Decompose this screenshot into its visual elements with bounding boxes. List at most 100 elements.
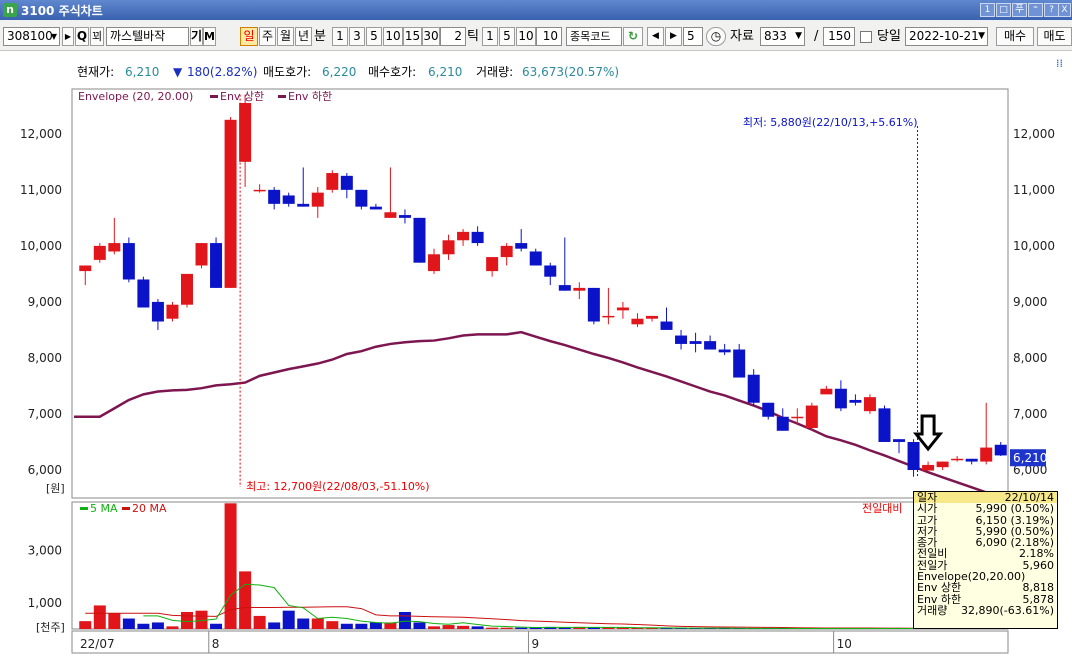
stock-name-field[interactable]: 까스텔바작 [106, 27, 189, 46]
candle-body [355, 189, 368, 207]
window-help-button[interactable]: ? [1044, 3, 1059, 17]
minute-option-5[interactable]: 5 [366, 27, 382, 46]
price-tick-left: 7,000 [28, 407, 62, 421]
count-value: 833 [764, 29, 787, 43]
candle-body [398, 215, 411, 218]
minute-option-15[interactable]: 15 [403, 27, 422, 46]
candle-body [718, 349, 731, 353]
candle-body [893, 439, 906, 442]
candle-body [558, 285, 571, 291]
chevron-down-icon: ▼ [50, 32, 57, 41]
buy-button[interactable]: 매수 [996, 27, 1034, 46]
candle-body [951, 458, 964, 461]
refresh-button[interactable]: ↻ [623, 27, 643, 46]
candle-body [675, 335, 688, 344]
volume-tick: 3,000 [28, 543, 62, 557]
window-box-button[interactable]: □ [996, 3, 1011, 17]
step-input[interactable]: 5 [683, 27, 703, 46]
window-pin-button[interactable]: 푸 [1012, 3, 1027, 17]
tab-week[interactable]: 주 [259, 27, 276, 46]
tick-option-5[interactable]: 5 [499, 27, 515, 46]
clock-button[interactable]: ◷ [706, 27, 726, 46]
candle-body [195, 243, 208, 266]
price-tick-left: 9,000 [28, 295, 62, 309]
minute-option-30[interactable]: 30 [422, 27, 440, 46]
time-axis-label: 8 [212, 637, 220, 651]
chevron-down-icon: ▼ [978, 31, 985, 41]
tick-value-input[interactable]: 2 [440, 27, 466, 46]
ma20-legend: 20 MA [132, 502, 167, 515]
stock-code-combo[interactable]: 종목코드 [566, 27, 622, 46]
volume-bar [311, 618, 324, 629]
minute-option-10[interactable]: 10 [383, 27, 403, 46]
volume-bar [340, 623, 353, 629]
search-button[interactable]: Q [75, 27, 89, 46]
tab-year[interactable]: 년 [295, 27, 312, 46]
stock-chart[interactable]: 12,000 12,000 11,000 11,000 10,000 10,000 9,00… [0, 51, 1072, 657]
volume-bar [108, 613, 121, 629]
candle-body [340, 175, 353, 190]
candle-body [994, 444, 1007, 456]
candle-body [253, 189, 266, 192]
candle-body [573, 287, 586, 291]
tooltip-value: 5,990 (0.50%) [975, 502, 1054, 516]
minute-option-3[interactable]: 3 [349, 27, 365, 46]
tab-month[interactable]: 월 [277, 27, 294, 46]
candle-body [137, 279, 150, 308]
tick-option-10[interactable]: 10 [516, 27, 536, 46]
candle-body [413, 217, 426, 263]
volume-unit-label: [천주] [36, 620, 65, 634]
tick-input[interactable]: 10 [536, 27, 562, 46]
volume-bar [151, 622, 164, 629]
slash-separator: / [814, 29, 819, 44]
search-icon: Q [76, 29, 88, 43]
candle-body [616, 307, 629, 311]
chart-area: 현재가: 6,210 ▼ 180(2.82%) 매도호가: 6,220 매수호가… [0, 51, 1072, 657]
price-tick-right: 11,000 [1013, 183, 1055, 197]
info-button-ki[interactable]: 기 [190, 27, 203, 46]
candle-body [980, 447, 993, 462]
minute-option-1[interactable]: 1 [332, 27, 348, 46]
candle-body [965, 458, 978, 462]
chevron-down-icon: ▼ [795, 31, 802, 41]
info-button-m[interactable]: M [203, 27, 216, 46]
candle-body [878, 408, 891, 442]
total-input[interactable]: 150 [823, 27, 855, 46]
candle-body [515, 243, 528, 249]
tooltip-key: 시가 [917, 502, 938, 516]
volume-bar [239, 571, 252, 629]
high-annotation: 최고: 12,700원(22/08/03,-51.10%) [246, 480, 429, 493]
candle-body [660, 321, 673, 330]
prev-button[interactable]: ◀ [647, 27, 664, 46]
date-select[interactable]: 2022-10-21 ▼ [905, 27, 988, 46]
volume-bar [471, 626, 484, 629]
price-tick-left: 6,000 [28, 463, 62, 477]
volume-bar [428, 626, 441, 629]
today-checkbox[interactable] [860, 31, 872, 43]
cart-button[interactable]: 꾀 [90, 27, 104, 46]
count-select[interactable]: 833 ▼ [760, 27, 805, 46]
candle-body [791, 416, 804, 419]
window-menu-button[interactable]: ⁼ [1028, 3, 1043, 17]
ma5-swatch [80, 507, 88, 510]
next-arrow-button[interactable]: ▶ [62, 27, 74, 46]
candle-body [369, 206, 382, 210]
window-num-button[interactable]: 1 [980, 3, 995, 17]
env-upper-legend: Env 상한 [220, 90, 264, 103]
candle-body [268, 189, 281, 204]
tab-day[interactable]: 일 [240, 27, 258, 46]
data-label: 자료 [730, 29, 754, 44]
candle-body [907, 441, 920, 470]
sell-button[interactable]: 매도 [1037, 27, 1072, 46]
data-tooltip: 일자 22/10/14 시가 5,990 (0.50%) 고가 6,150 (3.19%)… [913, 491, 1058, 629]
candle-body [122, 243, 135, 280]
tooltip-row: 거래량 32,890(-63.61%) [914, 603, 1057, 617]
tooltip-value: 32,890(-63.61%) [961, 603, 1054, 617]
candle-body [224, 119, 237, 288]
next-button[interactable]: ▶ [665, 27, 682, 46]
window-close-button[interactable]: X [1058, 3, 1071, 17]
stock-code-input[interactable]: 308100 ▼ [3, 27, 60, 46]
price-tick-right: 8,000 [1013, 351, 1047, 365]
candle-body [631, 318, 644, 325]
tick-option-1[interactable]: 1 [482, 27, 498, 46]
